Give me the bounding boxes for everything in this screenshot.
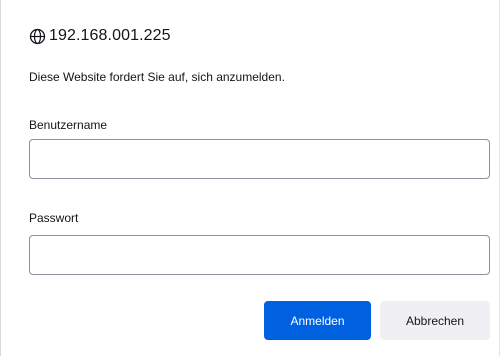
cancel-button[interactable]: Abbrechen	[380, 301, 490, 340]
origin-address: 192.168.001.225	[49, 27, 171, 44]
login-dialog: 192.168.001.225 Diese Website fordert Si…	[0, 0, 500, 356]
username-label: Benutzername	[29, 118, 108, 132]
login-button[interactable]: Anmelden	[264, 301, 371, 340]
dialog-message: Diese Website fordert Sie auf, sich anzu…	[29, 70, 285, 84]
username-field[interactable]	[29, 139, 490, 179]
password-field[interactable]	[29, 235, 490, 275]
password-label: Passwort	[29, 211, 79, 225]
globe-icon	[29, 28, 46, 45]
dialog-origin: 192.168.001.225	[29, 26, 171, 46]
